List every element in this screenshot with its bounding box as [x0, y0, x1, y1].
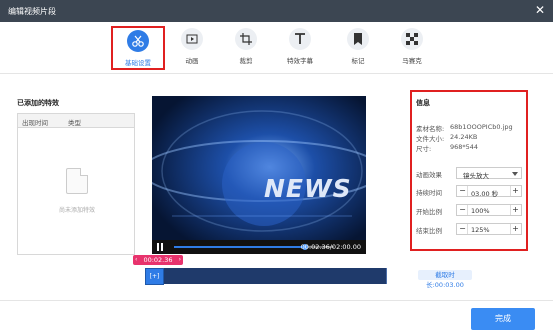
animation-effect-value: 镜头放大	[463, 172, 489, 180]
tab-label: 马赛克	[402, 57, 422, 65]
minus-icon[interactable]: −	[458, 186, 468, 196]
start-scale-label: 开始比例	[416, 208, 442, 216]
plus-icon[interactable]: +	[510, 224, 520, 234]
minus-icon[interactable]: −	[458, 224, 468, 234]
start-scale-value[interactable]: 100%	[471, 207, 490, 215]
close-icon[interactable]: ✕	[533, 3, 547, 17]
minus-icon[interactable]: −	[458, 205, 468, 215]
tab-animation[interactable]: 动画	[165, 26, 219, 70]
tab-label: 标记	[351, 57, 365, 65]
timeline-strip[interactable]	[145, 268, 405, 284]
end-scale-label: 结束比例	[416, 227, 442, 235]
plus-icon[interactable]: +	[510, 186, 520, 196]
scissors-icon	[127, 30, 149, 52]
duration-value[interactable]: 03.00 秒	[471, 188, 498, 198]
text-icon	[289, 28, 311, 50]
cut-duration-label: 截取时长:00:03.00	[418, 270, 472, 289]
video-preview[interactable]: NEWS 00:02.36/02:00.00	[152, 96, 366, 254]
info-value: 24.24KB	[450, 133, 478, 141]
animation-effect-label: 动画效果	[416, 171, 442, 179]
info-row-name: 素材名称: 68b1OOOPICb0.jpg	[416, 123, 513, 133]
effects-header: 出现时间 类型	[18, 114, 134, 128]
info-label: 素材名称:	[416, 125, 445, 133]
plus-icon[interactable]: +	[510, 205, 520, 215]
start-scale-stepper[interactable]: − 100% +	[456, 204, 522, 216]
chevron-left-icon[interactable]: ‹	[135, 255, 137, 265]
end-scale-stepper[interactable]: − 125% +	[456, 223, 522, 235]
tab-marker[interactable]: 标记	[331, 26, 385, 70]
tab-label: 特效字幕	[287, 57, 313, 65]
toolbar: 基础设置 动画 裁剪 特效字幕 标记 马赛克	[0, 22, 553, 74]
play-frame-icon	[181, 28, 203, 50]
effects-list: 出现时间 类型 尚未添加特效	[17, 113, 135, 255]
news-overlay-text: NEWS	[264, 174, 352, 203]
chevron-right-icon[interactable]: ›	[179, 255, 181, 265]
crop-icon	[235, 28, 257, 50]
empty-document-icon	[66, 168, 88, 194]
timeline-thumbnail	[366, 268, 387, 284]
info-value: 68b1OOOPICb0.jpg	[450, 123, 513, 131]
end-scale-row: 结束比例 − 125% +	[416, 223, 526, 235]
empty-text: 尚未添加特效	[58, 207, 95, 214]
tab-mosaic[interactable]: 马赛克	[385, 26, 439, 70]
info-label: 文件大小:	[416, 135, 445, 143]
duration-row: 持续时间 − 03.00 秒 +	[416, 185, 526, 198]
title-bar: 编辑视频片段 ✕	[0, 0, 553, 22]
info-row-size: 文件大小: 24.24KB	[416, 133, 477, 143]
tab-label: 动画	[185, 57, 199, 65]
info-value: 968*544	[450, 143, 479, 151]
pause-icon[interactable]	[157, 243, 164, 251]
mosaic-icon	[401, 28, 423, 50]
timeline-clip-marker[interactable]: [+]	[145, 268, 164, 285]
window-title: 编辑视频片段	[8, 7, 56, 16]
effects-title: 已添加的特效	[17, 99, 59, 107]
current-time-indicator[interactable]: ‹ 00:02.36 ›	[133, 255, 183, 265]
end-scale-value[interactable]: 125%	[471, 226, 490, 234]
info-title: 信息	[416, 99, 430, 107]
start-scale-row: 开始比例 − 100% +	[416, 204, 526, 216]
info-row-dimensions: 尺寸: 968*544	[416, 143, 478, 153]
animation-effect-select[interactable]: 镜头放大	[456, 167, 522, 180]
info-label: 尺寸:	[416, 145, 432, 153]
duration-stepper[interactable]: − 03.00 秒 +	[456, 185, 522, 198]
player-controls: 00:02.36/02:00.00	[152, 240, 366, 254]
playback-time: 00:02.36/02:00.00	[300, 243, 361, 251]
duration-label: 持续时间	[416, 189, 442, 197]
tab-crop[interactable]: 裁剪	[219, 26, 273, 70]
column-appear-time[interactable]: 出现时间	[22, 117, 48, 127]
tab-label: 裁剪	[239, 57, 253, 65]
seek-progress	[174, 246, 306, 248]
tab-label: 基础设置	[125, 59, 151, 67]
column-type[interactable]: 类型	[68, 117, 81, 127]
bookmark-icon	[347, 28, 369, 50]
current-time-value: 00:02.36	[143, 256, 173, 264]
tab-effect-subtitle[interactable]: 特效字幕	[273, 26, 327, 70]
info-panel: 信息 素材名称: 68b1OOOPICb0.jpg 文件大小: 24.24KB …	[410, 90, 528, 251]
tab-basic-settings[interactable]: 基础设置	[111, 26, 165, 70]
chevron-down-icon	[512, 172, 518, 176]
done-button[interactable]: 完成	[471, 308, 535, 330]
animation-effect-row: 动画效果 镜头放大	[416, 167, 526, 180]
